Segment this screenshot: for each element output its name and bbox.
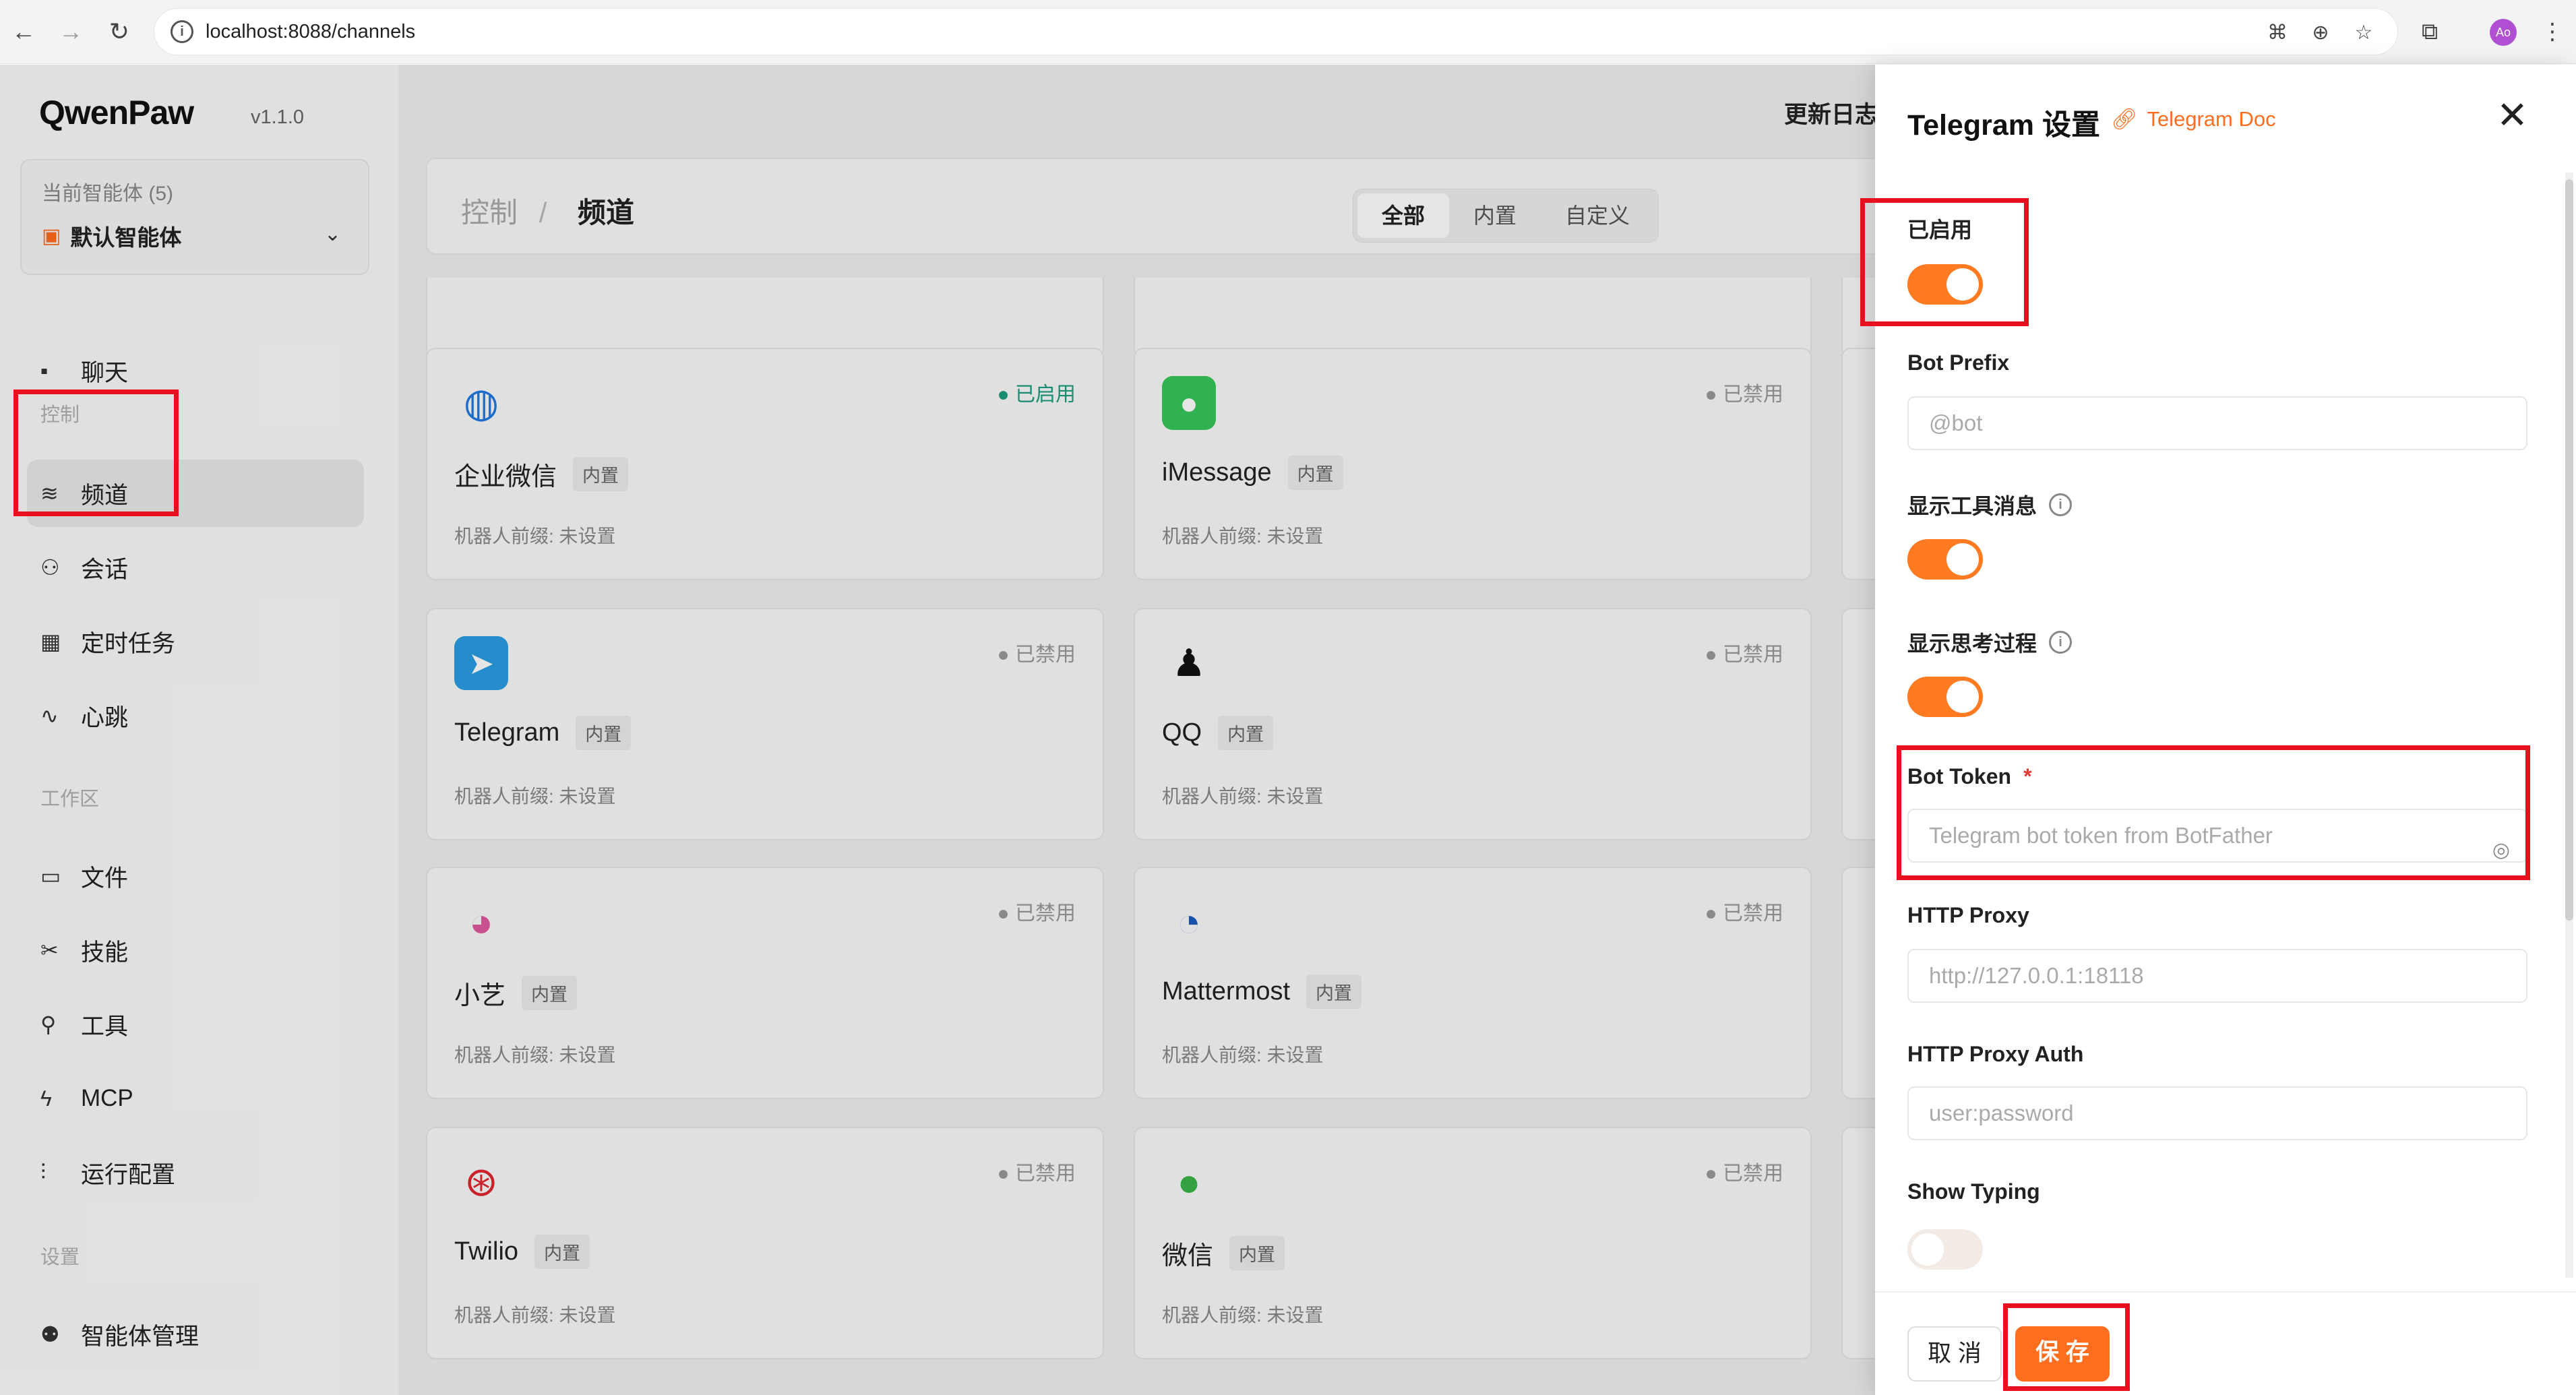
browser-menu-icon[interactable]: ⋮ bbox=[2536, 15, 2569, 49]
browser-toolbar: ← → ↻ i localhost:8088/channels ⌘ ⊕ ☆ ⧉ … bbox=[0, 0, 2576, 64]
back-arrow-icon[interactable]: ← bbox=[7, 15, 40, 49]
info-icon[interactable]: i bbox=[2049, 493, 2073, 516]
highlight-box-channels bbox=[13, 390, 179, 516]
forward-arrow-icon[interactable]: → bbox=[54, 15, 88, 49]
highlight-box-save bbox=[2003, 1303, 2130, 1391]
address-bar[interactable]: i localhost:8088/channels ⌘ ⊕ ☆ bbox=[154, 8, 2398, 55]
show-typing-label: Show Typing bbox=[1907, 1179, 2040, 1204]
http-proxy-auth-label: HTTP Proxy Auth bbox=[1907, 1042, 2084, 1066]
http-proxy-input[interactable]: http://127.0.0.1:18118 bbox=[1907, 949, 2527, 1003]
telegram-doc-link[interactable]: 🔗︎ Telegram Doc bbox=[2111, 106, 2276, 131]
cancel-button[interactable]: 取 消 bbox=[1907, 1326, 2002, 1382]
show-thinking-text: 显示思考过程 bbox=[1907, 631, 2037, 656]
reload-icon[interactable]: ↻ bbox=[102, 15, 136, 49]
drawer-scrollbar-thumb[interactable] bbox=[2565, 179, 2573, 921]
close-icon[interactable]: ✕ bbox=[2496, 95, 2528, 135]
info-icon[interactable]: i bbox=[2049, 631, 2073, 654]
translate-icon[interactable]: ⌘ bbox=[2264, 20, 2291, 46]
bot-prefix-label: Bot Prefix bbox=[1907, 350, 2010, 375]
modal-mask[interactable] bbox=[0, 65, 1875, 1395]
telegram-doc-label: Telegram Doc bbox=[2147, 106, 2276, 131]
bookmark-star-icon[interactable]: ☆ bbox=[2350, 20, 2377, 46]
bot-prefix-input[interactable]: @bot bbox=[1907, 396, 2527, 450]
show-thinking-label: 显示思考过程 i bbox=[1907, 627, 2073, 658]
show-thinking-toggle[interactable] bbox=[1907, 677, 1983, 717]
extensions-icon[interactable]: ⧉ bbox=[2413, 15, 2447, 49]
drawer-footer: 取 消 保 存 bbox=[1875, 1291, 2576, 1395]
highlight-box-enabled bbox=[1860, 198, 2029, 326]
highlight-box-bot-token bbox=[1897, 745, 2530, 880]
drawer-title: Telegram 设置 bbox=[1907, 109, 2100, 142]
show-tool-messages-label: 显示工具消息 i bbox=[1907, 489, 2073, 520]
http-proxy-label: HTTP Proxy bbox=[1907, 903, 2029, 927]
show-tool-messages-toggle[interactable] bbox=[1907, 539, 1983, 580]
profile-avatar[interactable]: Ao bbox=[2490, 19, 2517, 46]
http-proxy-auth-input[interactable]: user:password bbox=[1907, 1086, 2527, 1140]
url-text[interactable]: localhost:8088/channels bbox=[206, 21, 415, 43]
show-tool-messages-text: 显示工具消息 bbox=[1907, 494, 2037, 518]
link-icon: 🔗︎ bbox=[2111, 107, 2138, 131]
zoom-icon[interactable]: ⊕ bbox=[2307, 20, 2334, 46]
show-typing-toggle[interactable] bbox=[1907, 1229, 1983, 1270]
site-info-icon[interactable]: i bbox=[171, 20, 193, 43]
